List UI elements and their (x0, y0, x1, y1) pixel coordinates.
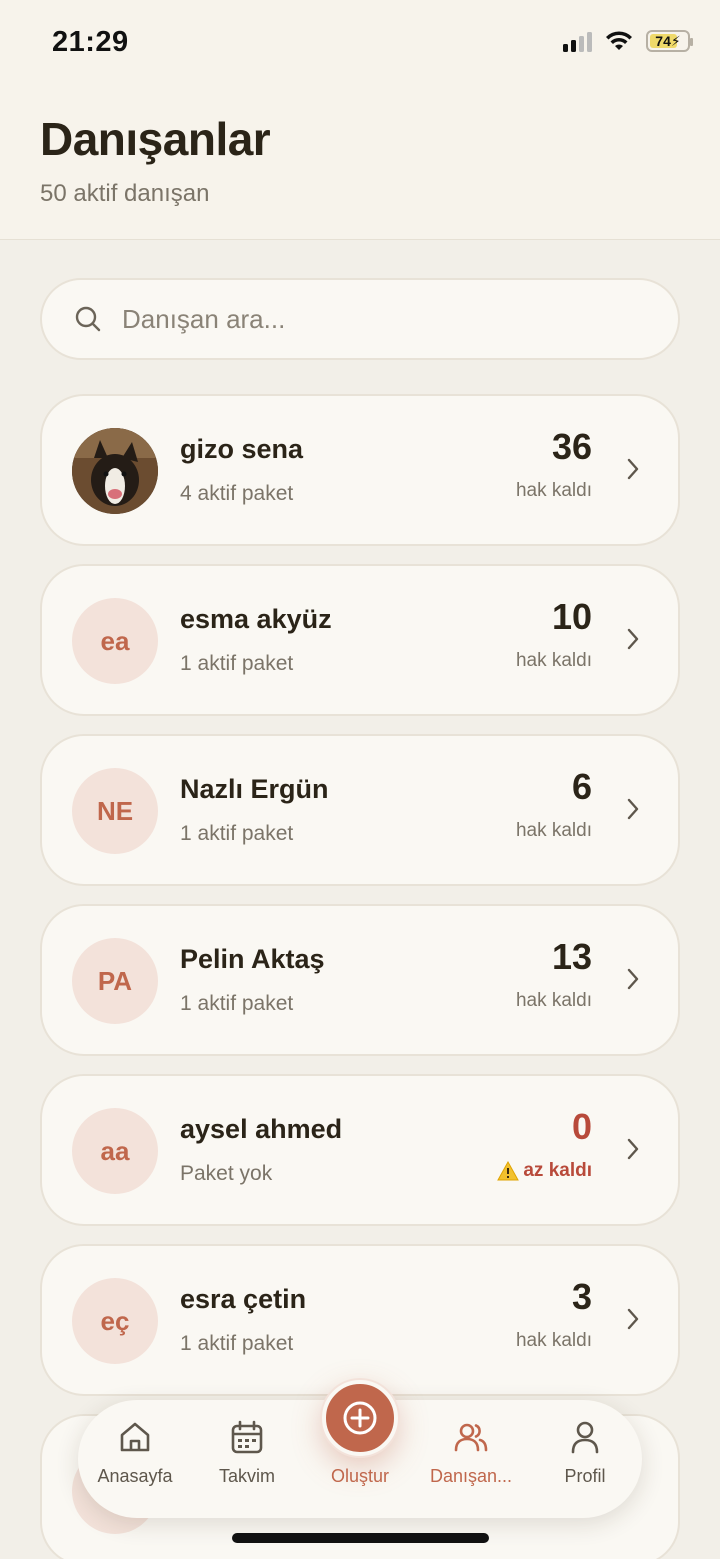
client-name: aysel ahmed (180, 1114, 343, 1144)
warning-icon (497, 1161, 520, 1181)
client-package-status: Paket yok (180, 1162, 273, 1185)
wifi-icon (606, 31, 632, 50)
chevron-right-icon (627, 458, 639, 480)
client-package-status: 1 aktif paket (180, 822, 294, 845)
chevron-right-icon (627, 968, 639, 990)
client-name: Nazlı Ergün (180, 774, 329, 804)
remaining-label: hak kaldı (515, 990, 592, 1011)
dog-photo (72, 428, 158, 514)
home-indicator[interactable] (232, 1533, 489, 1543)
client-card[interactable]: ea esma akyüz 1 aktif paket 10 hak kaldı (40, 564, 680, 716)
client-card[interactable]: gizo sena 4 aktif paket 36 hak kaldı (40, 394, 680, 546)
client-card[interactable]: NE Nazlı Ergün 1 aktif paket 6 hak kaldı (40, 734, 680, 886)
create-button[interactable] (322, 1380, 398, 1456)
header: 21:29 74 ⚡ Danışanlar 50 aktif danışan (0, 0, 720, 240)
chevron-right-icon (627, 1308, 639, 1330)
remaining-label: hak kaldı (515, 820, 592, 841)
tab-profile[interactable]: Profil (530, 1418, 640, 1487)
low-remaining-warning: az kaldı (497, 1160, 592, 1182)
calendar-icon (231, 1420, 263, 1454)
plus-circle-icon (343, 1401, 377, 1435)
tab-home-label: Anasayfa (97, 1466, 173, 1486)
avatar (72, 428, 158, 514)
remaining-count: 36 (551, 426, 592, 467)
client-card[interactable]: aa aysel ahmed Paket yok 0 az kaldı (40, 1074, 680, 1226)
client-name: esra çetin (180, 1284, 307, 1314)
remaining-label: hak kaldı (515, 1330, 592, 1351)
chevron-right-icon (627, 1138, 639, 1160)
remaining-label: hak kaldı (515, 650, 592, 671)
client-card[interactable]: PA Pelin Aktaş 1 aktif paket 13 hak kald… (40, 904, 680, 1056)
client-package-status: 1 aktif paket (180, 652, 294, 675)
client-package-status: 1 aktif paket (180, 992, 294, 1015)
chevron-right-icon (627, 628, 639, 650)
search-icon (75, 306, 101, 332)
battery-level: 74 (655, 33, 671, 49)
tab-calendar[interactable]: Takvim (192, 1418, 302, 1487)
users-icon (454, 1423, 488, 1452)
home-icon (120, 1422, 150, 1452)
avatar: ea (72, 598, 158, 684)
page-title: Danışanlar (40, 113, 271, 165)
remaining-count: 13 (551, 936, 592, 977)
signal-icon (563, 30, 592, 52)
remaining-count: 10 (551, 596, 592, 637)
client-package-status: 1 aktif paket (180, 1332, 294, 1355)
remaining-count: 3 (571, 1276, 592, 1317)
create-button-label[interactable]: Oluştur (300, 1466, 420, 1487)
clients-screen: 21:29 74 ⚡ Danışanlar 50 aktif danışan D… (0, 0, 720, 1559)
client-name: gizo sena (180, 434, 304, 464)
client-package-status: 4 aktif paket (180, 482, 294, 505)
tab-profile-label: Profil (564, 1466, 606, 1486)
status-icons: 74 ⚡ (563, 30, 693, 52)
battery-icon: 74 ⚡ (646, 30, 693, 52)
status-bar: 21:29 74 ⚡ (0, 0, 720, 90)
search-bar[interactable] (40, 278, 680, 360)
tab-clients[interactable]: Danışan... (416, 1418, 526, 1487)
remaining-count: 6 (571, 766, 592, 807)
chevron-right-icon (627, 798, 639, 820)
tab-home[interactable]: Anasayfa (80, 1418, 190, 1487)
avatar: aa (72, 1108, 158, 1194)
remaining-label: az kaldı (523, 1160, 592, 1181)
avatar: NE (72, 768, 158, 854)
profile-icon (571, 1421, 599, 1454)
client-name: esma akyüz (180, 604, 332, 634)
remaining-count: 0 (571, 1106, 592, 1147)
client-card[interactable]: eç esra çetin 1 aktif paket 3 hak kaldı (40, 1244, 680, 1396)
tab-calendar-label: Takvim (218, 1466, 275, 1486)
remaining-label: hak kaldı (515, 480, 592, 501)
status-time: 21:29 (52, 26, 129, 58)
tab-clients-label: Danışan... (429, 1466, 513, 1486)
avatar: eç (72, 1278, 158, 1364)
page-subtitle: 50 aktif danışan (40, 180, 210, 207)
avatar: PA (72, 938, 158, 1024)
search-input[interactable] (122, 303, 602, 335)
client-name: Pelin Aktaş (180, 944, 325, 974)
